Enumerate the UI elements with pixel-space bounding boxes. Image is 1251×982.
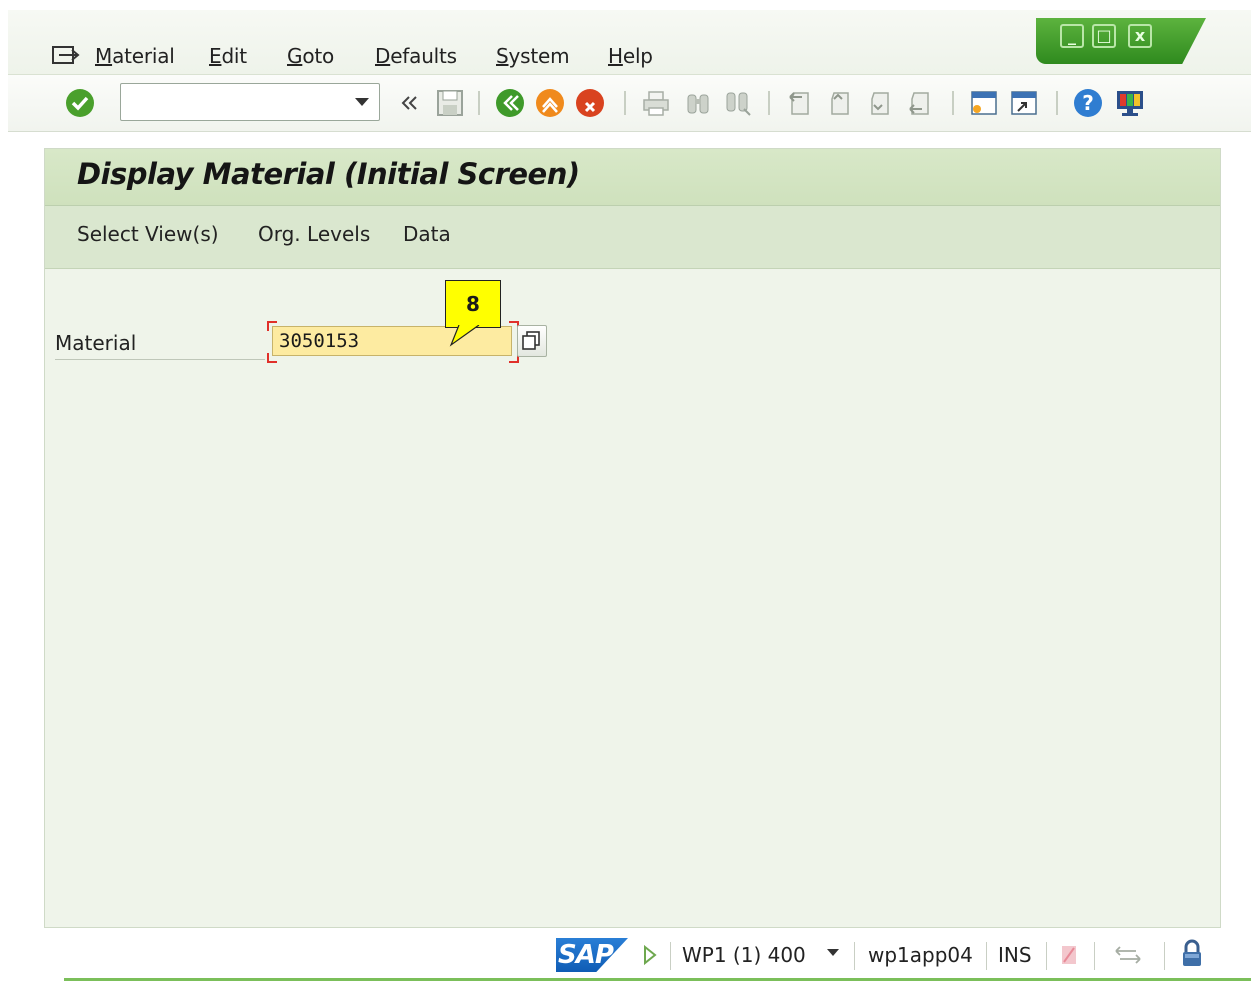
status-bar: SAP WP1 (1) 400 wp1app04 INS: [44, 930, 1251, 982]
find-icon[interactable]: [682, 87, 714, 119]
minimize-button[interactable]: _: [1060, 24, 1084, 48]
standard-toolbar: ?: [8, 75, 1251, 132]
command-field[interactable]: [120, 83, 380, 121]
lock-icon[interactable]: [1178, 938, 1206, 970]
find-next-icon[interactable]: [722, 87, 754, 119]
menu-edit[interactable]: Edit: [209, 44, 247, 68]
toolbar-separator: [624, 91, 626, 115]
sap-logo: SAP: [556, 938, 628, 972]
collapse-icon[interactable]: [394, 87, 426, 119]
transfer-icon[interactable]: [1112, 942, 1144, 968]
menu-defaults[interactable]: Defaults: [375, 44, 457, 68]
menu-system[interactable]: System: [496, 44, 570, 68]
command-input[interactable]: [121, 84, 347, 118]
close-button[interactable]: x: [1128, 24, 1152, 48]
previous-page-icon[interactable]: [824, 87, 856, 119]
title-bar: Display Material (Initial Screen): [45, 149, 1220, 206]
application-toolbar: Select View(s) Org. Levels Data: [45, 206, 1220, 269]
toolbar-separator: [768, 91, 770, 115]
save-icon[interactable]: [434, 87, 466, 119]
next-page-icon[interactable]: [864, 87, 896, 119]
menu-material[interactable]: Material: [95, 44, 175, 68]
status-separator: [670, 942, 671, 970]
window-controls: _ □ x: [1036, 18, 1206, 64]
menu-help[interactable]: Help: [608, 44, 653, 68]
status-divider: [64, 978, 1251, 981]
exit-icon[interactable]: [534, 87, 566, 119]
help-icon[interactable]: ?: [1072, 87, 1104, 119]
material-label: Material: [55, 327, 265, 360]
play-icon[interactable]: [642, 944, 658, 966]
flag-icon: [1062, 946, 1076, 964]
chevron-down-icon[interactable]: [826, 948, 840, 958]
status-separator: [986, 942, 987, 970]
server-info: wp1app04: [868, 943, 973, 967]
enter-icon[interactable]: [64, 87, 96, 119]
value-help-icon: [522, 331, 540, 350]
data-button[interactable]: Data: [403, 222, 451, 246]
customize-layout-icon[interactable]: [1114, 87, 1146, 119]
system-info: WP1 (1) 400: [682, 943, 806, 967]
status-separator: [1094, 942, 1095, 970]
back-icon[interactable]: [494, 87, 526, 119]
page-title: Display Material (Initial Screen): [77, 157, 580, 191]
main-panel: Display Material (Initial Screen) Select…: [44, 148, 1221, 928]
menu-bar: Material Edit Goto Defaults System Help …: [8, 10, 1251, 75]
cancel-icon[interactable]: [574, 87, 606, 119]
chevron-down-icon[interactable]: [355, 98, 369, 106]
first-page-icon[interactable]: [784, 87, 816, 119]
status-separator: [1164, 942, 1165, 970]
new-session-icon[interactable]: [968, 87, 1000, 119]
toolbar-separator: [478, 91, 480, 115]
last-page-icon[interactable]: [904, 87, 936, 119]
toolbar-separator: [952, 91, 954, 115]
step-callout: 8: [445, 280, 501, 328]
print-icon[interactable]: [640, 87, 672, 119]
system-menu-icon[interactable]: [52, 44, 80, 66]
select-views-button[interactable]: Select View(s): [77, 222, 219, 246]
org-levels-button[interactable]: Org. Levels: [258, 222, 370, 246]
insert-mode[interactable]: INS: [998, 943, 1032, 967]
maximize-button[interactable]: □: [1092, 24, 1116, 48]
status-separator: [1046, 942, 1047, 970]
value-help-button[interactable]: [517, 325, 547, 357]
svg-text:?: ?: [1082, 91, 1094, 115]
menu-goto[interactable]: Goto: [287, 44, 334, 68]
toolbar-separator: [1056, 91, 1058, 115]
callout-pointer: [449, 325, 480, 347]
create-shortcut-icon[interactable]: [1008, 87, 1040, 119]
status-separator: [854, 942, 855, 970]
